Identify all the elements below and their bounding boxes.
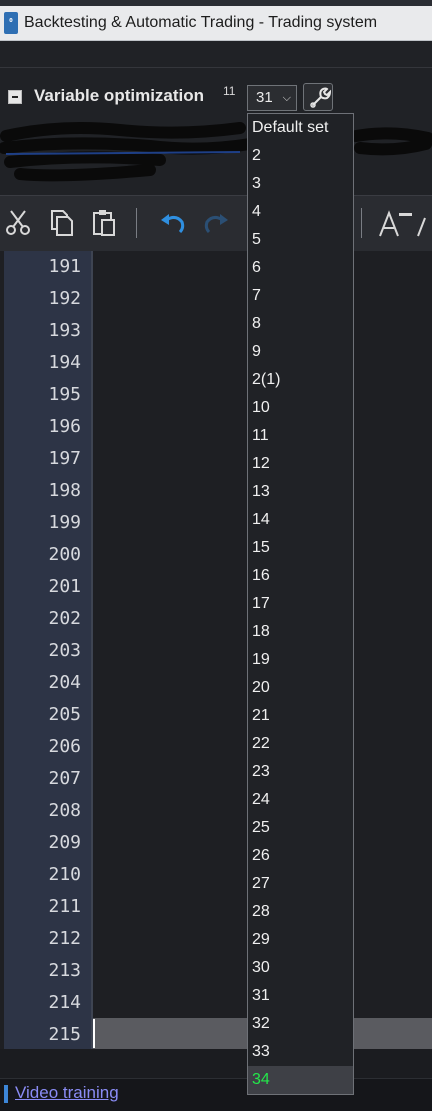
title-bar: ⁰ Backtesting & Automatic Trading - Trad… [0,6,432,41]
line-number-gutter: 191 192 193 194 195 196 197 198 199 200 201 202 203 2… [4,251,91,1049]
line-number: 203 [48,640,81,661]
variable-optimization-label: Variable optimization [34,86,205,105]
trading-app-icon: ⁰ [4,12,18,34]
dropdown-option[interactable]: 18 [248,618,353,646]
status-area [0,1049,432,1078]
dropdown-option[interactable]: 3 [248,170,353,198]
dropdown-option[interactable]: 25 [248,814,353,842]
dropdown-option[interactable]: 33 [248,1038,353,1066]
parameter-set-value: 31 [256,89,273,106]
dropdown-option[interactable]: 30 [248,954,353,982]
dropdown-option[interactable]: 15 [248,534,353,562]
wrench-icon[interactable] [303,83,333,111]
dropdown-option[interactable]: 4 [248,198,353,226]
dropdown-option[interactable]: 10 [248,394,353,422]
dropdown-option[interactable]: 21 [248,702,353,730]
line-number: 195 [48,384,81,405]
dropdown-option[interactable]: Default set [248,114,353,142]
dropdown-option[interactable]: 28 [248,898,353,926]
dropdown-option[interactable]: 17 [248,590,353,618]
dropdown-option[interactable]: 2 [248,142,353,170]
line-number: 207 [48,768,81,789]
line-number: 199 [48,512,81,533]
gutter-border [91,251,93,1049]
dropdown-option[interactable]: 32 [248,1010,353,1038]
line-number: 197 [48,448,81,469]
line-number: 201 [48,576,81,597]
dropdown-option[interactable]: 13 [248,478,353,506]
line-number: 214 [48,992,81,1013]
dropdown-option[interactable]: 16 [248,562,353,590]
dropdown-option[interactable]: 23 [248,758,353,786]
dropdown-option[interactable]: 19 [248,646,353,674]
line-number: 200 [48,544,81,565]
dropdown-option[interactable]: 31 [248,982,353,1010]
cut-icon[interactable] [3,208,33,238]
parameter-set-dropdown[interactable]: Default set 2 3 4 5 6 7 8 9 2(1) 10 11 12 13 14 15 16 17 1… [247,113,354,1095]
line-number: 210 [48,864,81,885]
line-number: 204 [48,672,81,693]
dropdown-option[interactable]: 5 [248,226,353,254]
dropdown-option[interactable]: 7 [248,282,353,310]
line-number: 215 [48,1024,81,1045]
chevron-down-icon: ⌵ [282,92,291,104]
toolbar-separator [136,208,137,238]
optimization-panel: Variable optimization 11 31 ⌵ [0,67,432,196]
text-cursor [93,1019,95,1048]
dropdown-option[interactable]: 2(1) [248,366,353,394]
dropdown-option[interactable]: 27 [248,870,353,898]
optimization-count: 11 [223,84,236,98]
dropdown-option[interactable]: 11 [248,422,353,450]
line-number: 211 [48,896,81,917]
redo-icon[interactable] [201,208,231,238]
line-number: 192 [48,288,81,309]
dropdown-option[interactable]: 14 [248,506,353,534]
line-number: 198 [48,480,81,501]
dropdown-option[interactable]: 34 [248,1066,353,1094]
dropdown-option[interactable]: 26 [248,842,353,870]
line-number: 209 [48,832,81,853]
dropdown-option[interactable]: 24 [248,786,353,814]
dropdown-option[interactable]: 6 [248,254,353,282]
line-number: 213 [48,960,81,981]
toolbar-separator [361,208,362,238]
code-editor[interactable]: 191 192 193 194 195 196 197 198 199 200 201 202 203 2… [0,251,432,1049]
bottom-bar: Video training [0,1078,432,1111]
line-number: 206 [48,736,81,757]
video-training-link[interactable]: Video training [15,1083,119,1103]
dropdown-option[interactable]: 9 [248,338,353,366]
collapse-icon[interactable] [8,90,22,104]
window-title: Backtesting & Automatic Trading - Tradin… [24,14,378,31]
font-size-icon[interactable] [378,208,432,238]
line-number: 194 [48,352,81,373]
dropdown-option[interactable]: 20 [248,674,353,702]
redaction-scribble [0,122,432,182]
header-gap [0,41,432,67]
dropdown-option[interactable]: 12 [248,450,353,478]
line-number: 212 [48,928,81,949]
line-number: 191 [48,256,81,277]
line-number: 208 [48,800,81,821]
undo-icon[interactable] [158,208,188,238]
copy-icon[interactable] [47,208,77,238]
panel-icon [4,1085,8,1103]
editor-toolbar [0,195,432,253]
dropdown-option[interactable]: 8 [248,310,353,338]
line-number: 205 [48,704,81,725]
dropdown-option[interactable]: 29 [248,926,353,954]
parameter-set-select[interactable]: 31 ⌵ [247,85,297,111]
paste-icon[interactable] [90,208,120,238]
line-number: 202 [48,608,81,629]
line-number: 196 [48,416,81,437]
dropdown-option[interactable]: 22 [248,730,353,758]
line-number: 193 [48,320,81,341]
